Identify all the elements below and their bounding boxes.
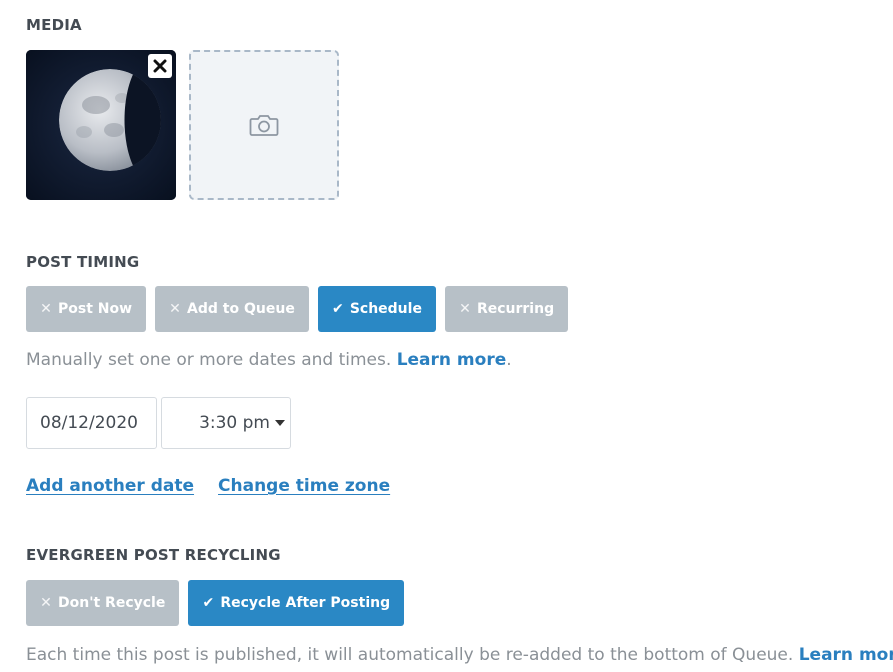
dont-recycle-label: Don't Recycle <box>58 595 166 611</box>
time-value: 3:30 pm <box>199 413 270 433</box>
recycle-after-posting-button[interactable]: ✔ Recycle After Posting <box>188 580 405 626</box>
add-another-date-link[interactable]: Add another date <box>26 476 194 496</box>
date-links: Add another date Change time zone <box>26 476 390 496</box>
dont-recycle-button[interactable]: ✕ Don't Recycle <box>26 580 180 626</box>
recycling-options: ✕ Don't Recycle ✔ Recycle After Posting <box>26 580 405 626</box>
remove-media-button[interactable] <box>148 54 172 78</box>
recycling-help: Each time this post is published, it wil… <box>26 645 893 665</box>
add-to-queue-button[interactable]: ✕ Add to Queue <box>155 286 309 332</box>
time-select[interactable]: 3:30 pm <box>161 397 291 449</box>
x-icon: ✕ <box>40 301 52 317</box>
check-icon: ✔ <box>331 301 344 317</box>
check-icon: ✔ <box>202 595 215 611</box>
recycling-heading: EVERGREEN POST RECYCLING <box>26 546 281 564</box>
media-row <box>26 50 339 200</box>
post-timing-learn-more-link[interactable]: Learn more <box>397 350 507 370</box>
recycling-help-text: Each time this post is published, it wil… <box>26 645 794 665</box>
media-thumbnail[interactable] <box>26 50 176 200</box>
schedule-button[interactable]: ✔ Schedule <box>317 286 436 332</box>
post-now-button[interactable]: ✕ Post Now <box>26 286 147 332</box>
recurring-label: Recurring <box>476 301 555 317</box>
post-timing-help-text: Manually set one or more dates and times… <box>26 350 392 370</box>
datetime-row: 3:30 pm <box>26 397 291 449</box>
date-input[interactable] <box>26 397 157 449</box>
caret-down-icon <box>275 420 285 426</box>
schedule-label: Schedule <box>349 301 422 317</box>
recycling-learn-more-link[interactable]: Learn more <box>799 645 893 665</box>
post-timing-help: Manually set one or more dates and times… <box>26 350 512 370</box>
post-timing-help-suffix: . <box>506 350 512 370</box>
post-now-label: Post Now <box>58 301 133 317</box>
x-icon: ✕ <box>459 301 471 317</box>
x-icon: ✕ <box>169 301 181 317</box>
post-timing-heading: POST TIMING <box>26 253 140 271</box>
post-timing-options: ✕ Post Now ✕ Add to Queue ✔ Schedule ✕ R… <box>26 286 569 332</box>
recycle-after-posting-label: Recycle After Posting <box>220 595 391 611</box>
recurring-button[interactable]: ✕ Recurring <box>444 286 569 332</box>
x-icon: ✕ <box>40 595 52 611</box>
add-to-queue-label: Add to Queue <box>187 301 295 317</box>
close-icon <box>153 59 167 73</box>
post-editor: MEDIA POST TIMING ✕ Post Now ✕ Add to Qu… <box>0 0 893 672</box>
change-time-zone-link[interactable]: Change time zone <box>218 476 390 496</box>
media-heading: MEDIA <box>26 16 82 34</box>
camera-icon <box>249 115 279 136</box>
add-media-button[interactable] <box>189 50 339 200</box>
